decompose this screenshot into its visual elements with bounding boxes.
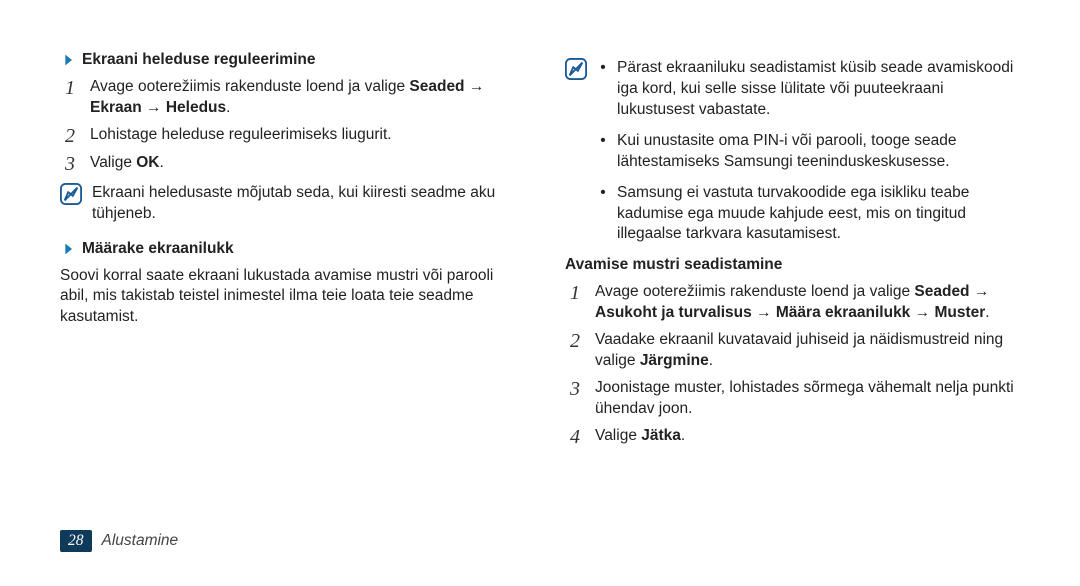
bullet-icon: •	[597, 183, 609, 246]
heading-brightness: Ekraani heleduse reguleerimine	[60, 50, 515, 71]
step-pattern-1: 1 Avage ooterežiimis rakenduste loend ja…	[565, 282, 1020, 324]
heading-text: Ekraani heleduse reguleerimine	[82, 50, 315, 71]
step-number: 3	[60, 153, 80, 175]
step-pattern-2: 2 Vaadake ekraanil kuvatavaid juhiseid j…	[565, 330, 1020, 372]
step-number: 1	[565, 282, 585, 324]
bold: Määra ekraanilukk	[776, 304, 910, 321]
step-text: Joonistage muster, lohistades sõrmega vä…	[595, 378, 1020, 420]
step-text: Valige OK.	[90, 153, 164, 175]
note-text: Ekraani heledusaste mõjutab seda, kui ki…	[92, 183, 515, 225]
chevron-right-icon	[60, 52, 76, 68]
bold: Muster	[934, 304, 985, 321]
text: Avage ooterežiimis rakenduste loend ja v…	[595, 283, 914, 300]
arrow: →	[970, 283, 990, 300]
step-pattern-4: 4 Valige Jätka.	[565, 426, 1020, 448]
step-number: 3	[565, 378, 585, 420]
bold: OK	[136, 154, 159, 171]
right-column: • Pärast ekraaniluku seadistamist küsib …	[565, 50, 1020, 454]
step-number: 1	[60, 77, 80, 119]
step-brightness-2: 2 Lohistage heleduse reguleerimiseks liu…	[60, 125, 515, 147]
footer: 28 Alustamine	[60, 530, 178, 552]
chevron-right-icon	[60, 241, 76, 257]
bullet-text: Samsung ei vastuta turvakoodide ega isik…	[617, 183, 1020, 246]
bold: Ekraan	[90, 99, 142, 116]
step-text: Avage ooterežiimis rakenduste loend ja v…	[90, 77, 515, 119]
step-text: Valige Jätka.	[595, 426, 685, 448]
text: .	[681, 427, 685, 444]
bullet-text: Kui unustasite oma PIN-i või parooli, to…	[617, 131, 1020, 173]
arrow: →	[752, 304, 776, 321]
subheading-pattern: Avamise mustri seadistamine	[565, 255, 1020, 276]
step-brightness-3: 3 Valige OK.	[60, 153, 515, 175]
bullet-text: Pärast ekraaniluku seadistamist küsib se…	[617, 58, 1020, 121]
step-number: 2	[60, 125, 80, 147]
note-bullet-list: • Pärast ekraaniluku seadistamist küsib …	[597, 58, 1020, 245]
text: .	[160, 154, 164, 171]
arrow: →	[142, 99, 166, 116]
info-icon	[60, 183, 82, 205]
text: .	[985, 304, 989, 321]
list-item: • Kui unustasite oma PIN-i või parooli, …	[597, 131, 1020, 173]
step-text: Vaadake ekraanil kuvatavaid juhiseid ja …	[595, 330, 1020, 372]
left-column: Ekraani heleduse reguleerimine 1 Avage o…	[60, 50, 515, 454]
text: Avage ooterežiimis rakenduste loend ja v…	[90, 78, 409, 95]
bold: Heledus	[166, 99, 226, 116]
bullet-icon: •	[597, 131, 609, 173]
note-battery: Ekraani heledusaste mõjutab seda, kui ki…	[60, 183, 515, 225]
note-screenlock-bullets: • Pärast ekraaniluku seadistamist küsib …	[565, 58, 1020, 245]
bold: Seaded	[409, 78, 464, 95]
page-number-badge: 28	[60, 530, 92, 552]
bold: Asukoht ja turvalisus	[595, 304, 752, 321]
step-text: Lohistage heleduse reguleerimiseks liugu…	[90, 125, 392, 147]
info-icon	[565, 58, 587, 80]
arrow: →	[465, 78, 485, 95]
text: Valige	[595, 427, 641, 444]
step-number: 2	[565, 330, 585, 372]
paragraph-screenlock: Soovi korral saate ekraani lukustada ava…	[60, 266, 515, 329]
heading-screenlock: Määrake ekraanilukk	[60, 239, 515, 260]
bold: Järgmine	[640, 352, 709, 369]
bold: Seaded	[914, 283, 969, 300]
step-pattern-3: 3 Joonistage muster, lohistades sõrmega …	[565, 378, 1020, 420]
footer-section-title: Alustamine	[102, 532, 179, 550]
heading-text: Määrake ekraanilukk	[82, 239, 234, 260]
step-number: 4	[565, 426, 585, 448]
step-brightness-1: 1 Avage ooterežiimis rakenduste loend ja…	[60, 77, 515, 119]
step-text: Avage ooterežiimis rakenduste loend ja v…	[595, 282, 1020, 324]
text: Valige	[90, 154, 136, 171]
text: .	[226, 99, 230, 116]
bullet-icon: •	[597, 58, 609, 121]
arrow: →	[910, 304, 934, 321]
list-item: • Samsung ei vastuta turvakoodide ega is…	[597, 183, 1020, 246]
text: .	[709, 352, 713, 369]
bold: Jätka	[641, 427, 681, 444]
list-item: • Pärast ekraaniluku seadistamist küsib …	[597, 58, 1020, 121]
